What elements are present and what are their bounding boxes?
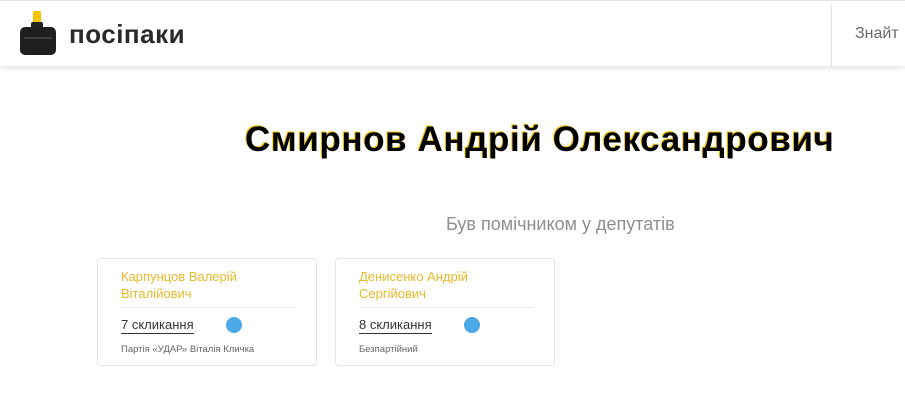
site-header: посіпаки Знайт (0, 0, 905, 66)
status-dot-icon (226, 317, 242, 333)
deputy-name-link[interactable]: Карпунцов Валерій Віталійович (121, 268, 296, 302)
header-divider (831, 4, 832, 66)
briefcase-logo-icon (18, 9, 58, 59)
search-button[interactable]: Знайт (855, 1, 899, 67)
status-dot-icon (464, 317, 480, 333)
logo-text: посіпаки (69, 18, 186, 49)
deputy-name-link[interactable]: Денисенко Андрій Сергійович (359, 268, 534, 302)
party-label: Партія «УДАР» Віталія Кличка (121, 344, 255, 355)
section-title: Був помічником у депутатів (446, 214, 675, 234)
page-title: Смирнов Андрій Олександрович (245, 120, 835, 159)
card-divider (121, 307, 295, 308)
deputy-card: Карпунцов Валерій Віталійович 7 скликанн… (97, 258, 317, 366)
site-logo[interactable]: посіпаки (18, 1, 185, 67)
card-divider (359, 307, 533, 308)
convocation-link[interactable]: 7 скликання (121, 317, 194, 334)
deputy-card: Денисенко Андрій Сергійович 8 скликання … (335, 258, 555, 366)
party-label: Безпартійний (359, 344, 418, 355)
convocation-link[interactable]: 8 скликання (359, 317, 432, 334)
